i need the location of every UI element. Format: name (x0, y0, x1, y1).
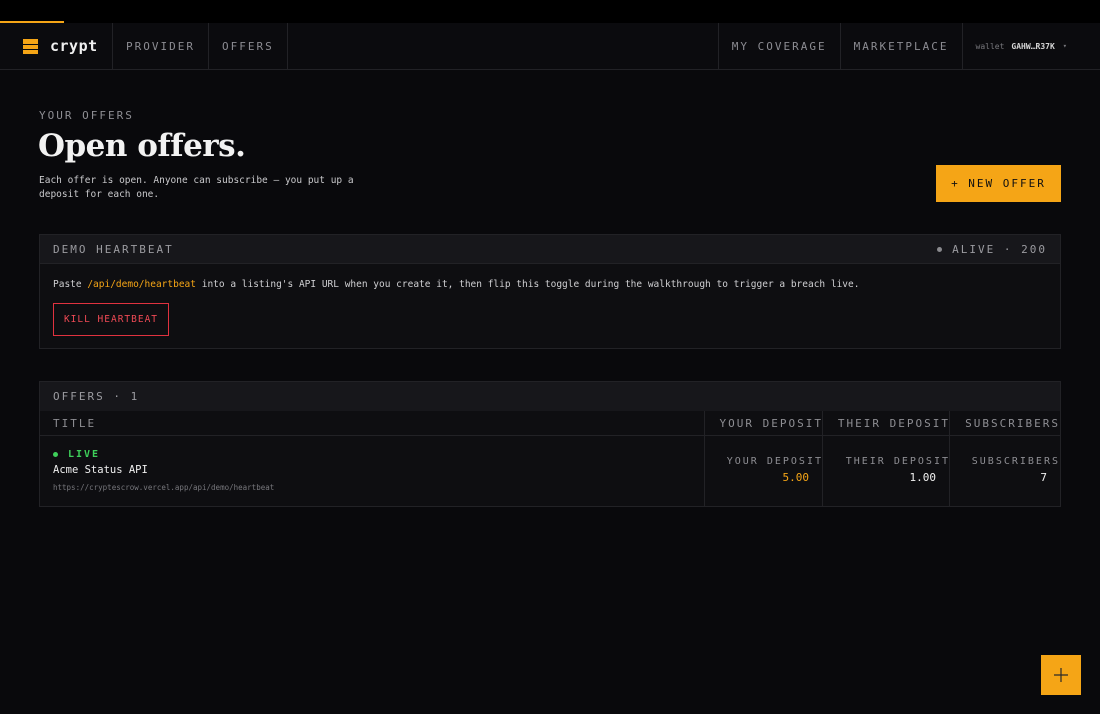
nav-offers[interactable]: OFFERS (209, 23, 288, 69)
col-subscribers: SUBSCRIBERS (965, 417, 1060, 430)
status-dot-icon (937, 246, 943, 252)
subscribers-value: 7 (1040, 471, 1047, 484)
their-deposit-value: 1.00 (909, 471, 937, 484)
nav-provider[interactable]: PROVIDER (113, 23, 209, 69)
top-strip (0, 0, 1100, 23)
chevron-down-icon: ▾ (1062, 42, 1067, 50)
new-offer-button[interactable]: + NEW OFFER (936, 165, 1061, 202)
instructions-prefix: Paste (53, 279, 88, 290)
heartbeat-path: /api/demo/heartbeat (87, 279, 196, 290)
offers-table-header: TITLE YOUR DEPOSIT THEIR DEPOSIT SUBSCRI… (40, 411, 1060, 436)
heartbeat-status: ALIVE · 200 (937, 243, 1047, 256)
heartbeat-header: DEMO HEARTBEAT ALIVE · 200 (40, 235, 1060, 264)
logo-icon (23, 38, 38, 54)
your-deposit-value: 5.00 (782, 471, 810, 484)
add-button[interactable] (1041, 655, 1081, 695)
demo-heartbeat-panel: DEMO HEARTBEAT ALIVE · 200 Paste /api/de… (39, 234, 1061, 349)
nav-my-coverage[interactable]: MY COVERAGE (717, 23, 840, 69)
offers-header: OFFERS · 1 (40, 382, 1060, 412)
instructions-suffix: into a listing's API URL when you create… (196, 279, 860, 290)
offer-url: https://cryptescrow.vercel.app/api/demo/… (53, 483, 275, 492)
page-title: Open offers. (38, 128, 246, 164)
status-badge-text: LIVE (68, 449, 101, 460)
section-eyebrow: YOUR OFFERS (39, 109, 134, 122)
status-badge: LIVE (53, 449, 100, 460)
subscribers-label: SUBSCRIBERS (971, 456, 1060, 467)
heartbeat-status-text: ALIVE · 200 (952, 242, 1047, 256)
live-dot-icon (53, 452, 58, 457)
offer-title: Acme Status API (53, 464, 148, 476)
brand-name: crypt (50, 37, 98, 55)
offers-panel: OFFERS · 1 TITLE YOUR DEPOSIT THEIR DEPO… (39, 381, 1061, 507)
col-their-deposit: THEIR DEPOSIT (837, 417, 950, 430)
table-row[interactable]: LIVE Acme Status API https://cryptescrow… (40, 436, 1060, 506)
kill-heartbeat-button[interactable]: KILL HEARTBEAT (53, 303, 169, 336)
their-deposit-label: THEIR DEPOSIT (845, 456, 950, 467)
nav-right: MY COVERAGE MARKETPLACE wallet GAHW…R37K… (717, 23, 1100, 69)
col-your-deposit: YOUR DEPOSIT (719, 417, 823, 430)
offers-count: OFFERS · 1 (53, 390, 140, 403)
wallet-address: GAHW…R37K (1011, 41, 1055, 51)
page-subtitle: Each offer is open. Anyone can subscribe… (39, 175, 354, 200)
wallet-menu[interactable]: wallet GAHW…R37K ▾ (961, 23, 1100, 69)
top-nav: crypt PROVIDER OFFERS MY COVERAGE MARKET… (0, 23, 1100, 70)
nav-marketplace[interactable]: MARKETPLACE (839, 23, 962, 69)
brand[interactable]: crypt (0, 23, 113, 69)
col-title: TITLE (53, 417, 97, 430)
your-deposit-label: YOUR DEPOSIT (726, 456, 823, 467)
plus-icon (1054, 668, 1068, 682)
heartbeat-instructions: Paste /api/demo/heartbeat into a listing… (53, 279, 859, 290)
wallet-label: wallet (975, 41, 1005, 51)
heartbeat-title: DEMO HEARTBEAT (53, 242, 174, 256)
